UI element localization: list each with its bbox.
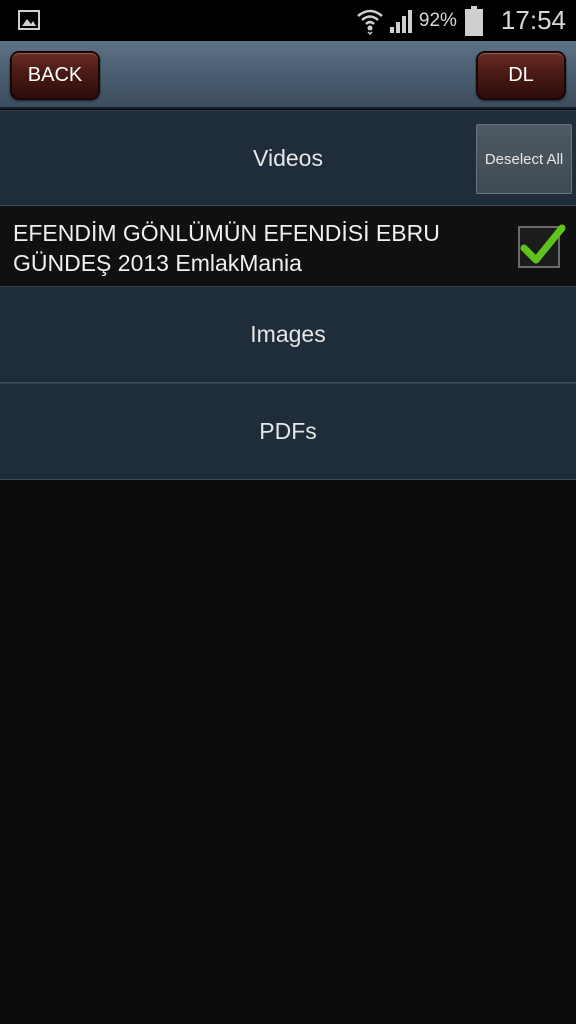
list-item[interactable]: EFENDİM GÖNLÜMÜN EFENDİSİ EBRU GÜNDEŞ 20…	[0, 206, 576, 286]
section-videos[interactable]: Videos Deselect All	[0, 110, 576, 206]
checkmark-icon	[520, 224, 566, 264]
section-videos-label: Videos	[253, 144, 323, 171]
battery-percent: 92%	[418, 9, 457, 31]
battery-icon	[464, 5, 483, 36]
video-title: EFENDİM GÖNLÜMÜN EFENDİSİ EBRU GÜNDEŞ 20…	[13, 220, 440, 276]
wifi-icon	[357, 9, 383, 35]
item-checkbox[interactable]	[518, 224, 566, 268]
signal-icon	[389, 9, 412, 33]
toolbar: BACK DL	[0, 41, 576, 109]
clock: 17:54	[500, 5, 566, 35]
deselect-all-button[interactable]: Deselect All	[476, 124, 572, 194]
download-button[interactable]: DL	[476, 51, 566, 100]
section-images-label: Images	[250, 321, 326, 347]
image-icon	[18, 10, 40, 30]
back-button[interactable]: BACK	[10, 51, 100, 100]
status-bar: 92% 17:54	[0, 0, 576, 41]
status-indicators: 92% 17:54	[355, 0, 566, 41]
section-pdfs[interactable]: PDFs	[0, 383, 576, 480]
section-images[interactable]: Images	[0, 286, 576, 383]
section-pdfs-label: PDFs	[259, 418, 317, 444]
